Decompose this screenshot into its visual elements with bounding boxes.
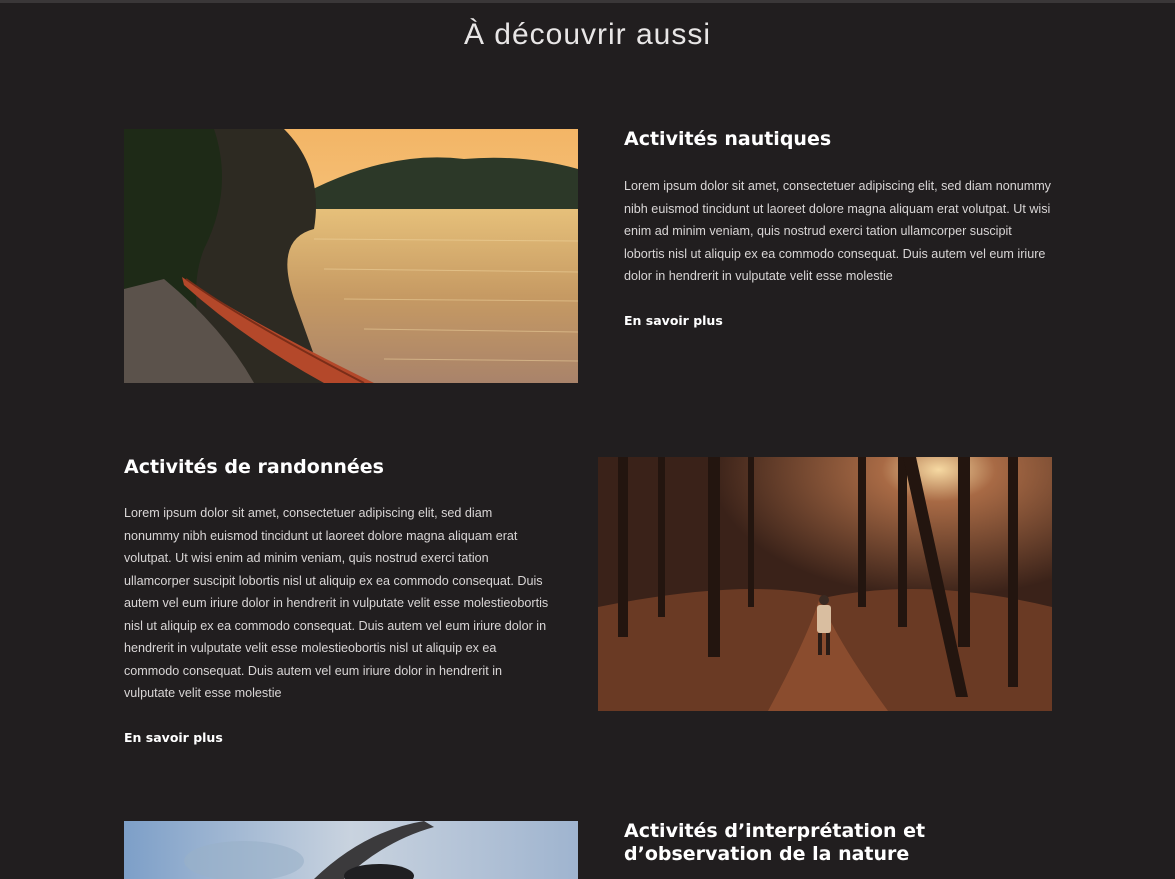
activity-title-hiking: Activités de randonnées [124,456,384,478]
forest-hiker-image[interactable] [598,457,1052,711]
activity-title-nautical: Activités nautiques [624,128,832,150]
top-border [0,0,1175,3]
bird-branch-image[interactable] [124,821,578,879]
canoe-lake-image[interactable] [124,129,578,383]
learn-more-link-hiking[interactable]: En savoir plus [124,730,223,745]
learn-more-link-nautical[interactable]: En savoir plus [624,313,723,328]
activity-description-hiking: Lorem ipsum dolor sit amet, consectetuer… [124,506,549,700]
page-title: À découvrir aussi [463,18,712,51]
activity-title-interpretation: Activités d’interprétation et d’observat… [624,820,926,865]
activity-description-nautical: Lorem ipsum dolor sit amet, consectetuer… [624,179,1051,283]
